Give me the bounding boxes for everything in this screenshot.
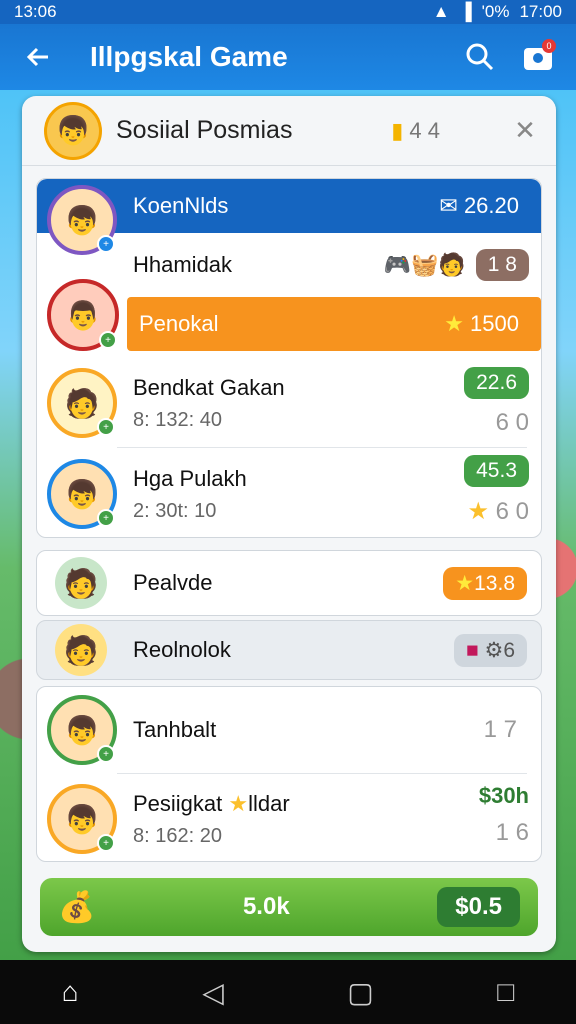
score-pill: 22.6 — [464, 367, 529, 399]
player-avatar[interactable]: 🧑 — [55, 557, 107, 609]
player-info: Bendkat Gakan 8: 132: 40 — [133, 375, 285, 432]
profile-notification-icon[interactable]: 0 — [518, 37, 558, 77]
divider — [117, 447, 527, 448]
score-pill: 13.8 — [474, 571, 515, 595]
back-icon[interactable]: ◁ — [202, 976, 224, 1009]
player-avatar[interactable]: 👨 + — [47, 279, 119, 351]
status-time: 13:06 — [14, 2, 57, 21]
star-icon: ★ — [467, 498, 489, 525]
player-name: Tanhbalt — [133, 717, 217, 742]
footer-bar[interactable]: 💰 5.0k $0.5 — [40, 878, 538, 936]
ranking-card: KoenNlds ✉ 26.20 👦 + Hhamidak 🎮🧺🧑 1 8 👨 + … — [36, 178, 542, 538]
header-extra-text: 4 4 — [409, 117, 440, 143]
player-name: Hhamidak — [133, 252, 233, 277]
player-avatar[interactable]: 👦 + — [47, 695, 117, 765]
player-name: Reolnolok — [133, 637, 231, 662]
faint-value-wrap: ★ 6 0 — [467, 497, 529, 526]
faint-value: 1 7 — [483, 716, 517, 743]
status-badge: + — [97, 418, 115, 436]
mail-icon: ✉ — [439, 193, 458, 218]
panel-title: Sosiial Posmias — [116, 116, 293, 144]
status-badge: + — [97, 834, 115, 852]
highlighted-row[interactable]: Penokal ★ 1500 — [127, 297, 541, 351]
divider — [117, 773, 527, 774]
star-icon: ★ — [455, 571, 475, 595]
close-button[interactable]: ✕ — [510, 115, 540, 146]
list-item[interactable]: 🧑 + Bendkat Gakan 8: 132: 40 22.6 6 0 — [37, 357, 543, 449]
status-badge: + — [97, 509, 115, 527]
chest-icon: 💰 — [58, 890, 96, 924]
wifi-icon: ▲ — [432, 2, 450, 21]
player-name: Hga Pulakh — [133, 465, 247, 491]
player-name: Pesiigkat — [133, 790, 223, 816]
list-item[interactable]: 🧑 Reolnolok ■ ⚙6 — [36, 620, 542, 680]
status-icons: ▲ ▐ '0% 17:00 — [433, 2, 562, 22]
recents-icon[interactable]: ▢ — [347, 976, 373, 1009]
list-item[interactable]: 👦 + Pesiigkat ★lldar 8: 162: 20 $30h 1 6 — [37, 775, 543, 863]
social-panel: 👦 Sosiial Posmias ▮ 4 4 ✕ KoenNlds ✉ 26.… — [22, 96, 556, 952]
list-item[interactable]: 🧑 Pealvde ★13.8 — [36, 550, 542, 616]
amount-text: $30h — [478, 783, 529, 808]
status-clock-right: 17:00 — [519, 2, 562, 21]
gear-icon: ⚙ — [484, 638, 504, 662]
player-name: Pealvde — [133, 570, 213, 595]
player-values: 22.6 6 0 — [464, 367, 529, 437]
list-item[interactable]: Hhamidak 🎮🧺🧑 1 8 — [37, 233, 543, 297]
player-name-suffix: lldar — [248, 790, 290, 816]
trophy-icon: ▮ — [391, 117, 404, 143]
user-avatar[interactable]: 👦 — [44, 101, 102, 160]
leader-score: 26.20 — [463, 193, 519, 218]
footer-amount: 5.0k — [242, 893, 290, 920]
panel-header: 👦 Sosiial Posmias ▮ 4 4 ✕ — [22, 96, 556, 166]
list-item[interactable]: 👦 + Tanhbalt 1 7 — [37, 687, 543, 773]
app-bar: Illpgskal Game 0 — [0, 24, 576, 90]
search-icon[interactable] — [460, 37, 500, 77]
score-pill: 1 8 — [475, 249, 529, 281]
battery-text: '0% — [481, 2, 510, 21]
player-values: 45.3 ★ 6 0 — [464, 455, 529, 526]
status-badge: + — [97, 745, 115, 763]
player-info: Hga Pulakh 2: 30t: 10 — [133, 466, 247, 523]
faint-value: 6 0 — [495, 409, 529, 436]
header-extra: ▮ 4 4 — [391, 118, 440, 144]
player-stat: 8: 162: 20 — [133, 824, 222, 847]
faint-value: 1 6 — [495, 819, 529, 846]
bottom-list-card: 👦 + Tanhbalt 1 7 👦 + Pesiigkat ★lldar 8: 1… — [36, 686, 542, 862]
item-icons: 🎮🧺🧑 — [383, 252, 466, 277]
box-icon: ■ — [465, 638, 479, 662]
trophy-icon: ★ — [228, 790, 249, 816]
item-pill-wrap: ■ ⚙6 — [453, 633, 527, 667]
player-info: Pesiigkat ★lldar 8: 162: 20 — [133, 791, 290, 848]
player-stat: 8: 132: 40 — [133, 408, 222, 431]
home-icon[interactable]: ⌂ — [62, 976, 79, 1008]
back-arrow-icon[interactable] — [18, 37, 58, 77]
player-avatar[interactable]: 🧑 + — [47, 368, 117, 438]
app-title: Illpgskal Game — [90, 41, 288, 72]
item-pill: 6 — [503, 638, 515, 662]
footer-buy-button[interactable]: $0.5 — [437, 887, 520, 927]
overview-icon[interactable]: □ — [497, 976, 514, 1008]
leader-score-wrap: ✉ 26.20 — [439, 193, 519, 219]
player-name: Bendkat Gakan — [133, 374, 285, 400]
status-badge: + — [99, 331, 117, 349]
score-wrap: ★ 1500 — [444, 311, 519, 337]
player-avatar[interactable]: 👦 + — [47, 784, 117, 854]
player-name-wrap: Pesiigkat ★lldar — [133, 791, 290, 817]
leader-name: KoenNlds — [133, 193, 229, 218]
score-pill: 45.3 — [464, 455, 529, 487]
player-score: 1500 — [470, 311, 519, 336]
system-nav-bar: ⌂ ◁ ▢ □ — [0, 960, 576, 1024]
player-stat: 2: 30t: 10 — [133, 499, 217, 522]
player-values: $30h 1 6 — [479, 783, 529, 847]
faint-value: 6 0 — [495, 498, 529, 525]
list-item[interactable]: 👦 + Hga Pulakh 2: 30t: 10 45.3 ★ 6 0 — [37, 449, 543, 539]
player-avatar[interactable]: 🧑 — [55, 624, 107, 676]
player-avatar[interactable]: 👦 + — [47, 459, 117, 529]
player-name: Penokal — [139, 311, 219, 336]
status-bar: 13:06 ▲ ▐ '0% 17:00 — [0, 0, 576, 24]
star-icon: ★ — [444, 311, 464, 336]
signal-icon: ▐ — [459, 2, 472, 21]
score-pill-wrap: ★13.8 — [443, 566, 527, 600]
notification-badge: 0 — [542, 39, 556, 53]
